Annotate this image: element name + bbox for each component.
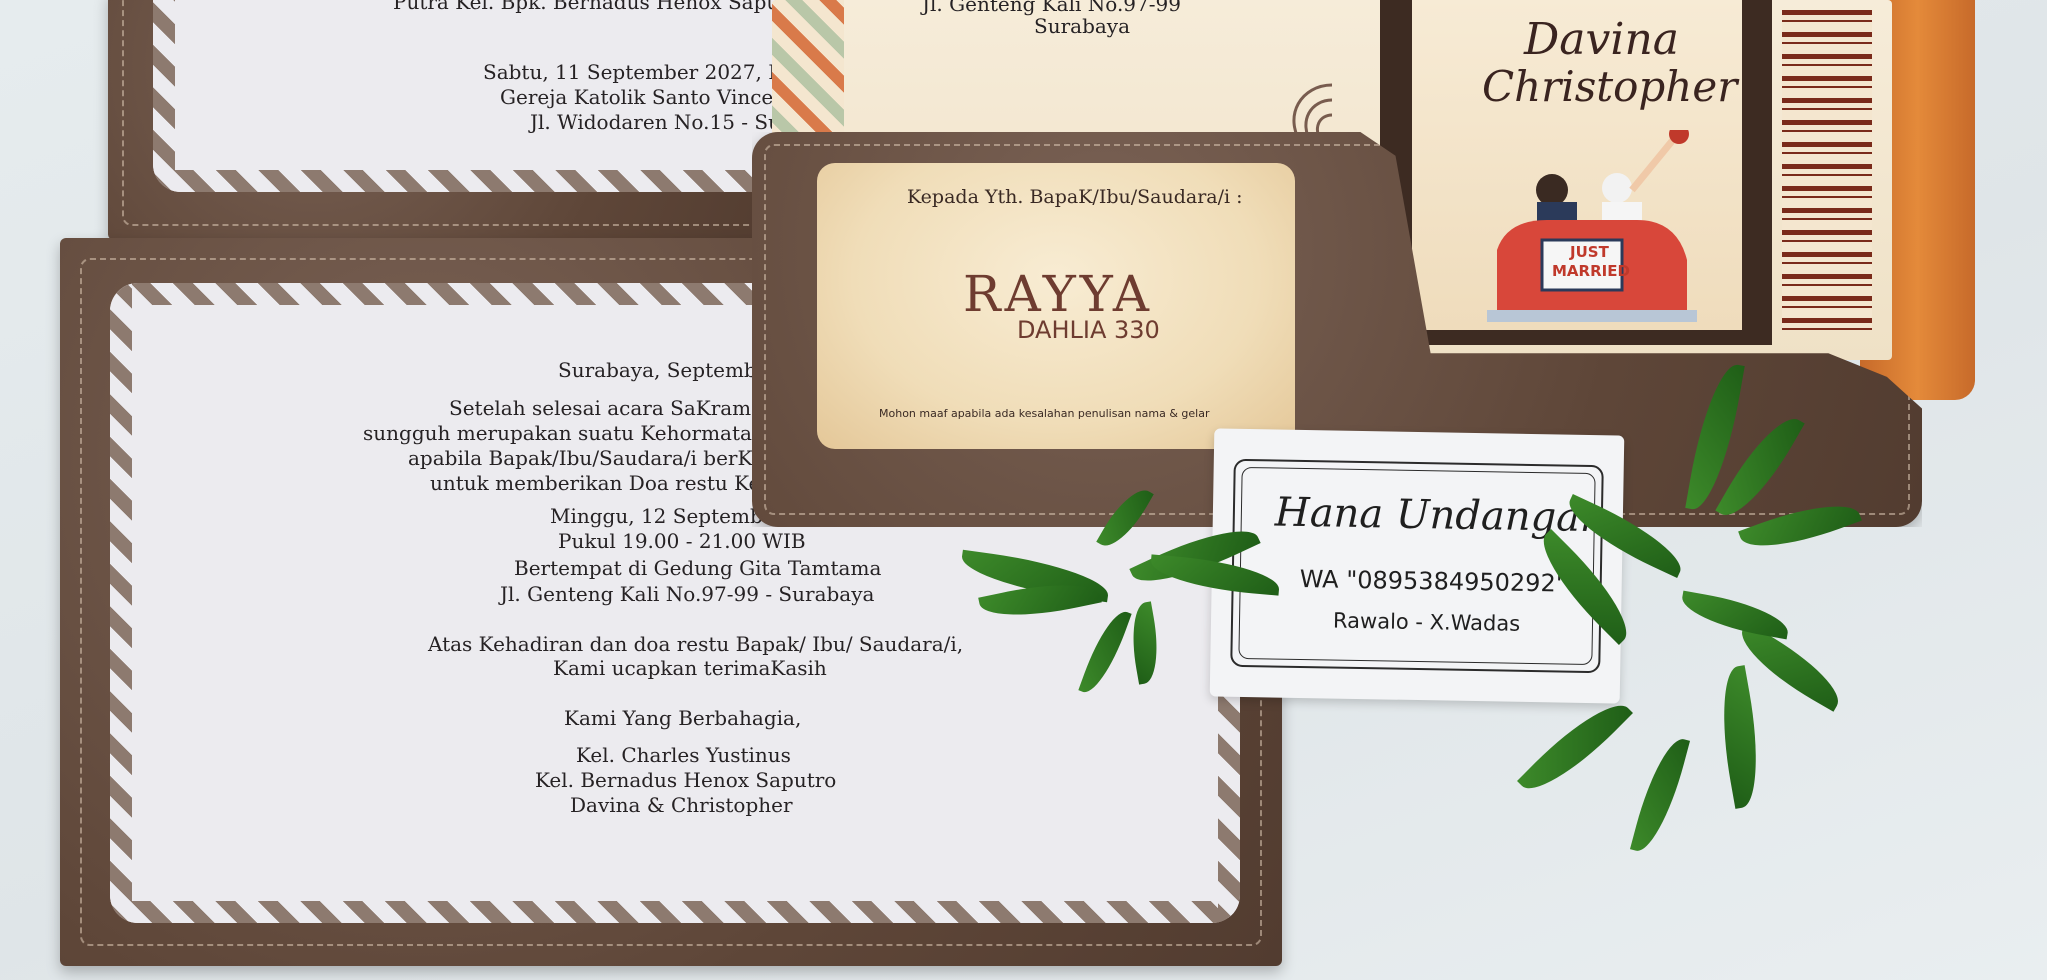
event-venue: Bertempat di Gedung Gita Tamtama <box>514 556 882 580</box>
closing: Kami Yang Berbahagia, <box>564 706 802 730</box>
cover-address-2: Surabaya <box>1034 14 1131 38</box>
thanks-line-1: Atas Kehadiran dan doa restu Bapak/ Ibu/… <box>428 632 964 656</box>
label-recipient: Kepada Yth. BapaK/Ibu/Saudara/i : <box>907 186 1243 208</box>
brand-name: RAYYA <box>963 265 1153 323</box>
event-time: Pukul 19.00 - 21.00 WIB <box>558 529 806 553</box>
couple-illustration-panel: Davina Christopher JUST MARRIED <box>1412 0 1742 330</box>
brand-model: DAHLIA 330 <box>1017 316 1160 344</box>
just-married-sign-1: JUST <box>1570 243 1609 261</box>
cover-name-1: Davina <box>1524 14 1680 65</box>
wedding-car-icon <box>1487 130 1697 322</box>
top-card-line-1: Putra Kel. Bpk. Bernadus Henox Saputro & <box>393 0 833 14</box>
address-label-card: Kepada Yth. BapaK/Ibu/Saudara/i : RAYYA … <box>817 163 1295 449</box>
family-2: Kel. Bernadus Henox Saputro <box>535 768 837 792</box>
place-date: Surabaya, September <box>558 358 779 382</box>
invitation-top-card: Putra Kel. Bpk. Bernadus Henox Saputro &… <box>108 0 833 240</box>
family-1: Kel. Charles Yustinus <box>576 743 791 767</box>
thanks-line-2: Kami ucapkan terimaKasih <box>553 656 827 680</box>
just-married-sign-2: MARRIED <box>1552 262 1630 280</box>
couple-names: Davina & Christopher <box>570 793 793 817</box>
barcode-decoration <box>1782 10 1872 330</box>
seller-location: Rawalo - X.Wadas <box>1332 608 1521 636</box>
paragraph-line-2: sungguh merupakan suatu Kehormatan da <box>363 421 796 445</box>
event-address: Jl. Genteng Kali No.97-99 - Surabaya <box>500 582 875 606</box>
paragraph-line-1: Setelah selesai acara SaKramen P <box>449 396 796 420</box>
paragraph-line-3: apabila Bapak/Ibu/Saudara/i berKena <box>408 446 789 470</box>
seller-whatsapp: WA "0895384950292" <box>1299 564 1568 598</box>
cover-name-2: Christopher <box>1482 62 1738 111</box>
top-card-line-4: Jl. Widodaren No.15 - Su <box>530 110 781 134</box>
label-note: Mohon maaf apabila ada kesalahan penulis… <box>879 407 1210 420</box>
